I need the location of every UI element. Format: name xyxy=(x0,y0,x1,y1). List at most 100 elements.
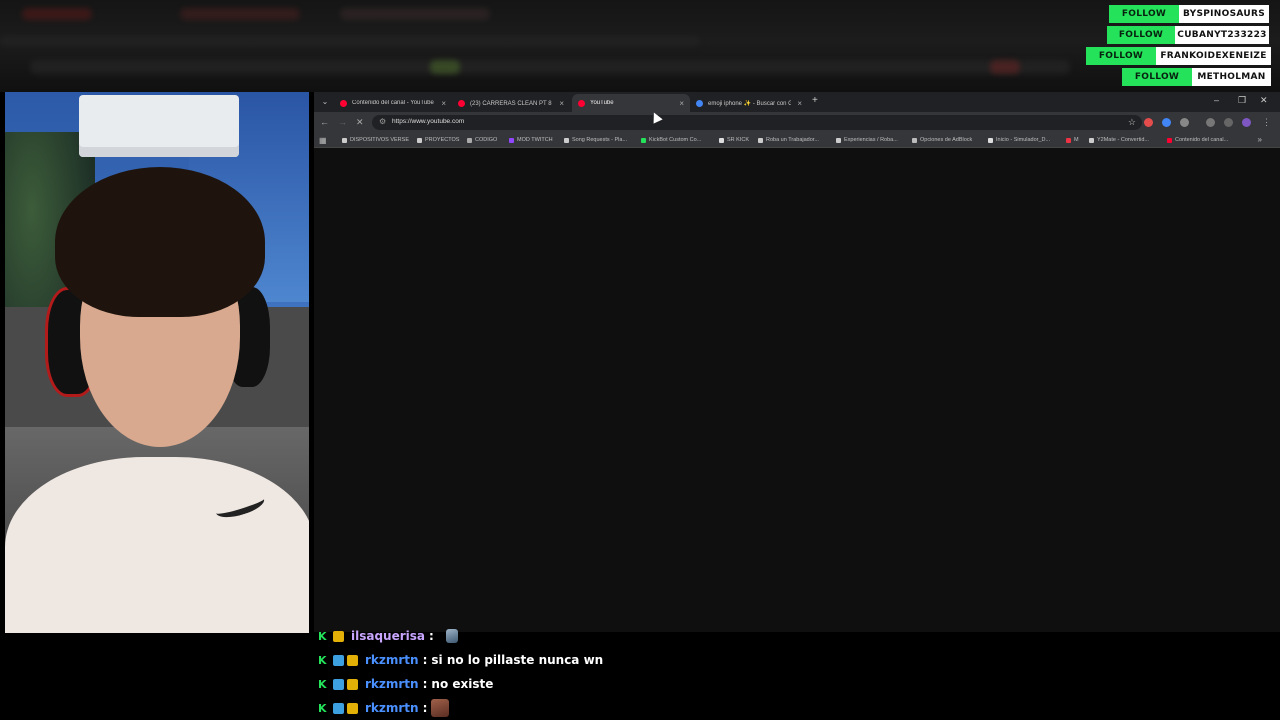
bookmark-item[interactable]: MOD TWITCH xyxy=(509,137,553,143)
bookmark-item[interactable]: Song Requests - Pla... xyxy=(564,137,627,143)
follow-alert: FOLLOW FRANKOIDEXENEIZE xyxy=(1086,47,1271,65)
window-close-icon[interactable]: ✕ xyxy=(1260,95,1268,106)
crown-badge-icon xyxy=(347,678,358,690)
youtube-icon xyxy=(578,99,585,107)
forward-icon[interactable]: → xyxy=(338,117,347,127)
kick-badge-icon: K xyxy=(318,677,327,691)
chat-message: K rkzmrtn : xyxy=(318,698,450,718)
follow-alert: FOLLOW CUBANYT233223 xyxy=(1107,26,1269,44)
browser-menu-icon[interactable]: ⋮ xyxy=(1262,117,1271,128)
bookmark-item[interactable]: Inicio - Simulador_D... xyxy=(988,137,1050,143)
close-icon[interactable]: × xyxy=(797,99,802,108)
kick-badge-icon: K xyxy=(318,701,327,715)
address-bar[interactable]: ⚙ https://www.youtube.com ☆ xyxy=(372,115,1142,130)
crown-badge-icon xyxy=(347,654,358,666)
follower-name: CUBANYT233223 xyxy=(1175,26,1269,44)
follow-badge: FOLLOW xyxy=(1109,5,1179,23)
follower-name: METHOLMAN xyxy=(1192,68,1271,86)
tab-label: YouTube xyxy=(590,100,614,106)
streamer xyxy=(5,167,309,633)
bookmark-item[interactable]: Experiencias / Roba... xyxy=(836,137,898,143)
extensions-puzzle-icon[interactable] xyxy=(1180,118,1189,127)
tab-google-search[interactable]: emoji iphone ✨ - Buscar con Google × xyxy=(690,94,808,112)
bookmark-item[interactable]: KickBot Custom Co... xyxy=(641,137,701,143)
bookmark-item[interactable]: CODIGO xyxy=(467,137,497,143)
bookmark-item[interactable]: PROYECTOS xyxy=(417,137,459,143)
kick-badge-icon: K xyxy=(318,629,327,643)
chat-username: rkzmrtn xyxy=(365,701,419,715)
bookmark-label: Inicio - Simulador_D... xyxy=(996,137,1051,143)
tab-contenido-canal[interactable]: Contenido del canal - YouTube × xyxy=(334,94,452,112)
kick-badge-icon: K xyxy=(318,653,327,667)
follow-badge: FOLLOW xyxy=(1122,68,1192,86)
tab-carreras-clean[interactable]: (23) CARRERAS CLEAN PT 8 🥰 × xyxy=(452,94,570,112)
streamer-webcam xyxy=(5,92,309,633)
extension-icon[interactable] xyxy=(1162,118,1171,127)
follow-alert: FOLLOW BYSPINOSAURS xyxy=(1109,5,1269,23)
white-shirt xyxy=(5,457,309,633)
follow-alert: FOLLOW METHOLMAN xyxy=(1122,68,1271,86)
chat-text: no existe xyxy=(431,677,494,691)
hair xyxy=(55,167,265,317)
bookmark-item[interactable]: Contenido del canal... xyxy=(1167,137,1228,143)
chat-separator: : xyxy=(422,677,428,691)
bookmark-label: Roba un Trabajador... xyxy=(766,137,819,143)
sub-badge-icon xyxy=(333,654,344,666)
face-emote-icon xyxy=(431,699,450,717)
back-icon[interactable]: ← xyxy=(320,117,329,127)
chat-message: K rkzmrtn : no existe xyxy=(318,674,493,694)
browser-toolbar: ← → ✕ ⚙ https://www.youtube.com ☆ ⋮ xyxy=(314,112,1280,134)
apps-grid-icon[interactable]: ▦ xyxy=(319,136,327,145)
bookmark-item[interactable]: Roba un Trabajador... xyxy=(758,137,819,143)
chat-message: K rkzmrtn : si no lo pillaste nunca wn xyxy=(318,650,603,670)
tab-search-icon[interactable]: ⌄ xyxy=(318,96,332,108)
bookmark-item[interactable]: M xyxy=(1066,137,1079,143)
chat-separator: : xyxy=(429,629,434,643)
bookmark-label: Song Requests - Pla... xyxy=(572,137,628,143)
bookmark-item[interactable]: Opciones de AdBlock xyxy=(912,137,972,143)
tab-label: (23) CARRERAS CLEAN PT 8 🥰 xyxy=(470,100,554,107)
close-icon[interactable]: × xyxy=(679,99,684,108)
bookmark-label: Contenido del canal... xyxy=(1175,137,1229,143)
bookmark-star-icon[interactable]: ☆ xyxy=(1128,117,1136,128)
bookmark-label: Y2Mate - Convertid... xyxy=(1097,137,1149,143)
chat-text: si no lo pillaste nunca wn xyxy=(431,653,604,667)
bookmark-label: PROYECTOS xyxy=(425,137,460,143)
follower-name: FRANKOIDEXENEIZE xyxy=(1156,47,1271,65)
youtube-icon xyxy=(458,99,465,107)
tab-youtube[interactable]: YouTube × xyxy=(572,94,690,112)
extension-icon[interactable] xyxy=(1144,118,1153,127)
bookmark-label: Experiencias / Roba... xyxy=(844,137,898,143)
bookmark-item[interactable]: DISPOSITIVOS VERSE xyxy=(342,137,409,143)
site-info-icon[interactable]: ⚙ xyxy=(379,117,386,126)
close-icon[interactable]: × xyxy=(441,99,446,108)
more-bookmarks-icon[interactable]: » xyxy=(1258,135,1262,144)
chat-separator: : xyxy=(422,653,428,667)
crown-badge-icon xyxy=(333,630,344,642)
browser-window: ⌄ Contenido del canal - YouTube × (23) C… xyxy=(314,92,1280,632)
new-tab-button[interactable]: + xyxy=(812,95,818,106)
follower-name: BYSPINOSAURS xyxy=(1179,5,1269,23)
shark-emote-icon xyxy=(445,629,458,643)
bookmark-item[interactable]: SR KICK xyxy=(719,137,749,143)
stop-loading-icon[interactable]: ✕ xyxy=(356,117,364,128)
bookmark-label: SR KICK xyxy=(727,137,750,143)
bookmark-label: KickBot Custom Co... xyxy=(649,137,702,143)
chat-username: rkzmrtn xyxy=(365,677,419,691)
chat-message: K ilsaquerisa : xyxy=(318,626,458,646)
bookmarks-bar: ▦ DISPOSITIVOS VERSE PROYECTOS CODIGO MO… xyxy=(314,134,1280,148)
download-icon[interactable] xyxy=(1206,118,1215,127)
bookmark-label: Opciones de AdBlock xyxy=(920,137,973,143)
minimize-icon[interactable]: – xyxy=(1214,95,1219,105)
bookmark-label: M xyxy=(1074,137,1079,143)
extension-icon[interactable] xyxy=(1224,118,1233,127)
bookmark-label: MOD TWITCH xyxy=(517,137,553,143)
follow-badge: FOLLOW xyxy=(1086,47,1156,65)
bookmark-item[interactable]: Y2Mate - Convertid... xyxy=(1089,137,1149,143)
sub-badge-icon xyxy=(333,702,344,714)
close-icon[interactable]: × xyxy=(559,99,564,108)
blurred-background xyxy=(0,0,1280,92)
profile-avatar[interactable] xyxy=(1242,118,1251,127)
restore-icon[interactable]: ❐ xyxy=(1238,95,1246,106)
tab-label: Contenido del canal - YouTube xyxy=(352,100,434,106)
